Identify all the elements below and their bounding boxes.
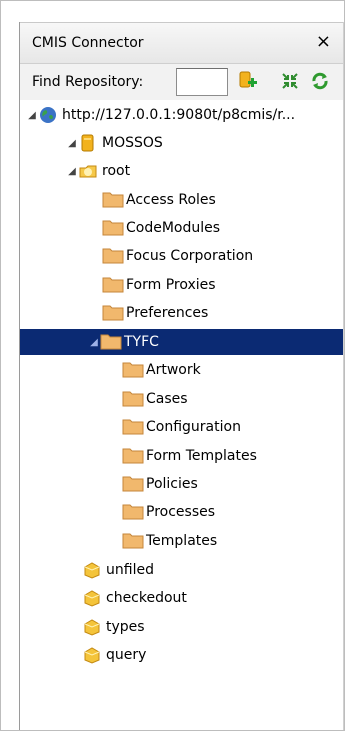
- tree-node-label: MOSSOS: [102, 135, 163, 151]
- tree-folder-templates[interactable]: Templates: [20, 528, 343, 554]
- tree-folder-processes[interactable]: Processes: [20, 499, 343, 525]
- folder-icon: [122, 360, 144, 380]
- panel-title: CMIS Connector: [32, 35, 144, 51]
- find-repository-row: Find Repository:: [20, 64, 343, 100]
- collapse-arrow-icon[interactable]: ◢: [66, 138, 78, 149]
- tree-node-label: Configuration: [146, 419, 241, 435]
- collapse-arrow-icon[interactable]: ◢: [66, 166, 78, 177]
- collapse-arrow-icon[interactable]: ◢: [26, 110, 38, 121]
- refresh-icon[interactable]: [309, 70, 331, 92]
- close-icon[interactable]: ×: [316, 32, 331, 52]
- folder-icon: [122, 389, 144, 409]
- collapse-icon[interactable]: [279, 70, 301, 92]
- tree-node-label: unfiled: [106, 562, 154, 578]
- tree-folder-form-proxies[interactable]: Form Proxies: [20, 272, 343, 298]
- folder-icon: [102, 218, 124, 238]
- collapse-arrow-icon[interactable]: ◢: [88, 337, 100, 348]
- folder-icon: [122, 531, 144, 551]
- tree-node-label: Policies: [146, 476, 198, 492]
- tree-node-label: Form Proxies: [126, 277, 216, 293]
- tree-node-types[interactable]: types: [20, 614, 343, 640]
- tree-node-root[interactable]: ◢ root: [20, 158, 343, 184]
- folder-icon: [100, 332, 122, 352]
- folder-icon: [102, 246, 124, 266]
- tree-folder-form-templates[interactable]: Form Templates: [20, 443, 343, 469]
- special-folder-icon: [82, 588, 104, 608]
- tree-node-label: Artwork: [146, 362, 201, 378]
- folder-icon: [122, 417, 144, 437]
- cmis-connector-panel: CMIS Connector × Find Repository: ◢ http…: [19, 22, 344, 730]
- tree-node-label: types: [106, 619, 145, 635]
- folder-icon: [122, 502, 144, 522]
- tree-folder-preferences[interactable]: Preferences: [20, 300, 343, 326]
- tree-node-label: Cases: [146, 391, 188, 407]
- tree-folder-cases[interactable]: Cases: [20, 386, 343, 412]
- folder-icon: [102, 275, 124, 295]
- find-repository-label: Find Repository:: [32, 74, 144, 90]
- panel-titlebar: CMIS Connector ×: [20, 22, 343, 64]
- root-folder-icon: [78, 161, 100, 181]
- tree-node-label: Focus Corporation: [126, 248, 254, 264]
- tree-node-label: root: [102, 163, 131, 179]
- tree-node-label: Templates: [146, 533, 218, 549]
- tree-node-query[interactable]: query: [20, 642, 343, 668]
- folder-icon: [122, 474, 144, 494]
- tree-folder-access-roles[interactable]: Access Roles: [20, 187, 343, 213]
- tree-folder-tyfc[interactable]: ◢ TYFC: [20, 329, 343, 355]
- tree-node-checkedout[interactable]: checkedout: [20, 585, 343, 611]
- folder-icon: [102, 303, 124, 323]
- tree-node-label: Processes: [146, 504, 216, 520]
- repository-icon: [78, 133, 100, 153]
- tree-node-label: Form Templates: [146, 448, 257, 464]
- special-folder-icon: [82, 617, 104, 637]
- tree-node-repository[interactable]: ◢ MOSSOS: [20, 130, 343, 156]
- tree-folder-focus-corporation[interactable]: Focus Corporation: [20, 243, 343, 269]
- tree-folder-configuration[interactable]: Configuration: [20, 414, 343, 440]
- tree-node-label: TYFC: [124, 334, 159, 350]
- tree-node-unfiled[interactable]: unfiled: [20, 557, 343, 583]
- globe-icon: [38, 105, 60, 125]
- tree-folder-codemodules[interactable]: CodeModules: [20, 215, 343, 241]
- special-folder-icon: [82, 560, 104, 580]
- tree-node-label: CodeModules: [126, 220, 221, 236]
- tree-node-label: Preferences: [126, 305, 209, 321]
- tree-node-server[interactable]: ◢ http://127.0.0.1:9080t/p8cmis/r...: [20, 102, 343, 128]
- special-folder-icon: [82, 645, 104, 665]
- tree-node-label: Access Roles: [126, 192, 216, 208]
- tree-node-label: query: [106, 647, 147, 663]
- tree-folder-policies[interactable]: Policies: [20, 471, 343, 497]
- window-frame: CMIS Connector × Find Repository: ◢ http…: [0, 0, 345, 731]
- tree-folder-artwork[interactable]: Artwork: [20, 357, 343, 383]
- folder-icon: [122, 446, 144, 466]
- find-repository-input[interactable]: [176, 68, 228, 96]
- add-repository-icon[interactable]: [237, 70, 259, 92]
- tree-node-label: http://127.0.0.1:9080t/p8cmis/r...: [62, 107, 296, 123]
- tree-node-label: checkedout: [106, 590, 187, 606]
- folder-icon: [102, 190, 124, 210]
